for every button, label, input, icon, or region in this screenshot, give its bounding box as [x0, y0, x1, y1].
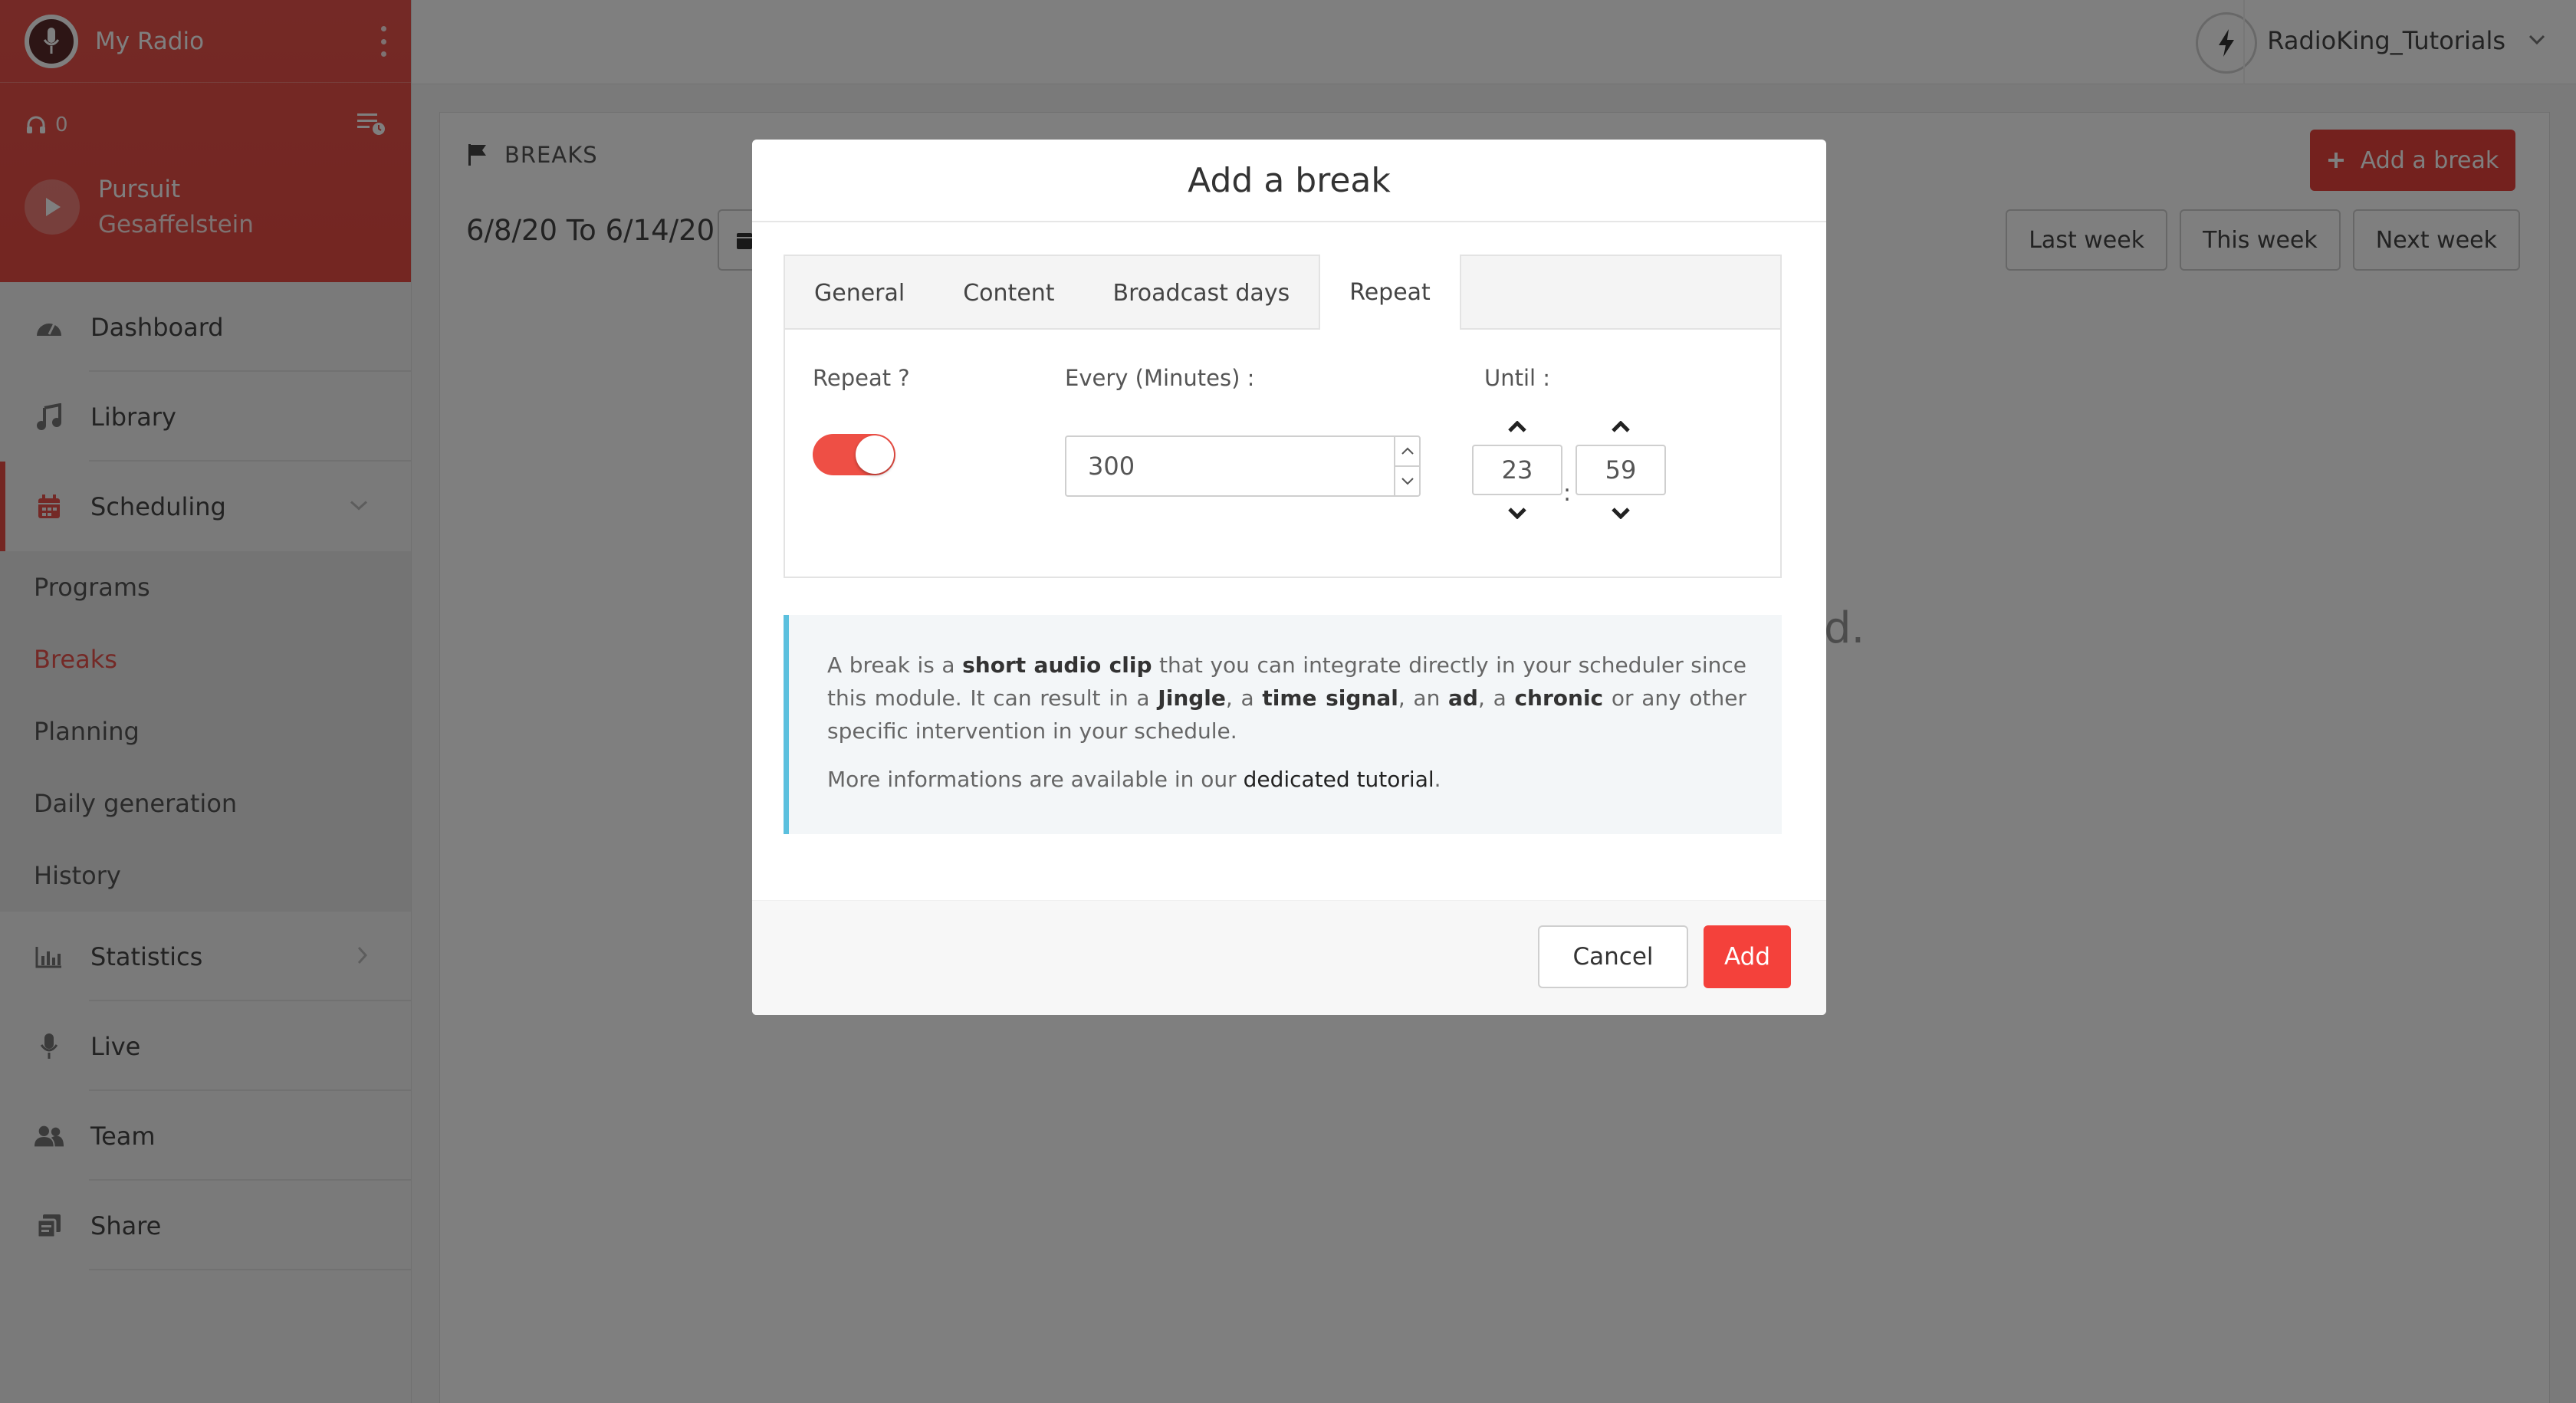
tab-list: General Content Broadcast days Repeat — [785, 255, 1780, 330]
chevron-up-icon — [1612, 421, 1630, 432]
repeat-toggle[interactable] — [813, 434, 895, 475]
every-minutes-spinner — [1394, 437, 1419, 495]
modal-footer: Cancel Add — [752, 900, 1826, 1015]
repeat-label: Repeat ? — [813, 365, 910, 391]
modal-title: Add a break — [752, 140, 1826, 222]
tab-general[interactable]: General — [785, 256, 934, 330]
tab-broadcast-days[interactable]: Broadcast days — [1084, 256, 1319, 330]
until-label: Until : — [1484, 365, 1551, 391]
toggle-knob — [856, 435, 894, 474]
every-minutes-label: Every (Minutes) : — [1065, 365, 1255, 391]
hour-down-button[interactable] — [1507, 500, 1527, 526]
info-description: A break is a short audio clip that you c… — [827, 652, 1746, 744]
tab-content[interactable]: Content — [934, 256, 1083, 330]
increment-button[interactable] — [1395, 437, 1419, 467]
until-minute-picker: 59 — [1576, 414, 1666, 526]
chevron-up-icon — [1401, 447, 1414, 455]
time-separator: : — [1563, 480, 1572, 507]
chevron-down-icon — [1508, 508, 1526, 519]
add-button[interactable]: Add — [1704, 925, 1791, 988]
add-break-modal: Add a break General Content Broadcast da… — [752, 140, 1826, 1015]
minute-up-button[interactable] — [1611, 414, 1631, 440]
repeat-tab-panel: Repeat ? Every (Minutes) : Until : — [785, 330, 1780, 578]
chevron-up-icon — [1508, 421, 1526, 432]
chevron-down-icon — [1401, 478, 1414, 485]
cancel-button[interactable]: Cancel — [1538, 925, 1688, 988]
info-more: More informations are available in our d… — [827, 767, 1441, 792]
chevron-down-icon — [1612, 508, 1630, 519]
tab-repeat[interactable]: Repeat — [1319, 255, 1461, 330]
until-minute-input[interactable]: 59 — [1576, 445, 1666, 495]
every-minutes-input[interactable] — [1066, 437, 1394, 495]
until-hour-picker: 23 — [1472, 414, 1562, 526]
minute-down-button[interactable] — [1611, 500, 1631, 526]
until-hour-input[interactable]: 23 — [1472, 445, 1562, 495]
info-callout: A break is a short audio clip that you c… — [784, 615, 1782, 834]
decrement-button[interactable] — [1395, 467, 1419, 495]
every-minutes-field — [1065, 435, 1421, 497]
modal-tabs: General Content Broadcast days Repeat Re… — [784, 255, 1782, 578]
hour-up-button[interactable] — [1507, 414, 1527, 440]
tutorial-link[interactable]: dedicated tutorial — [1244, 767, 1434, 792]
